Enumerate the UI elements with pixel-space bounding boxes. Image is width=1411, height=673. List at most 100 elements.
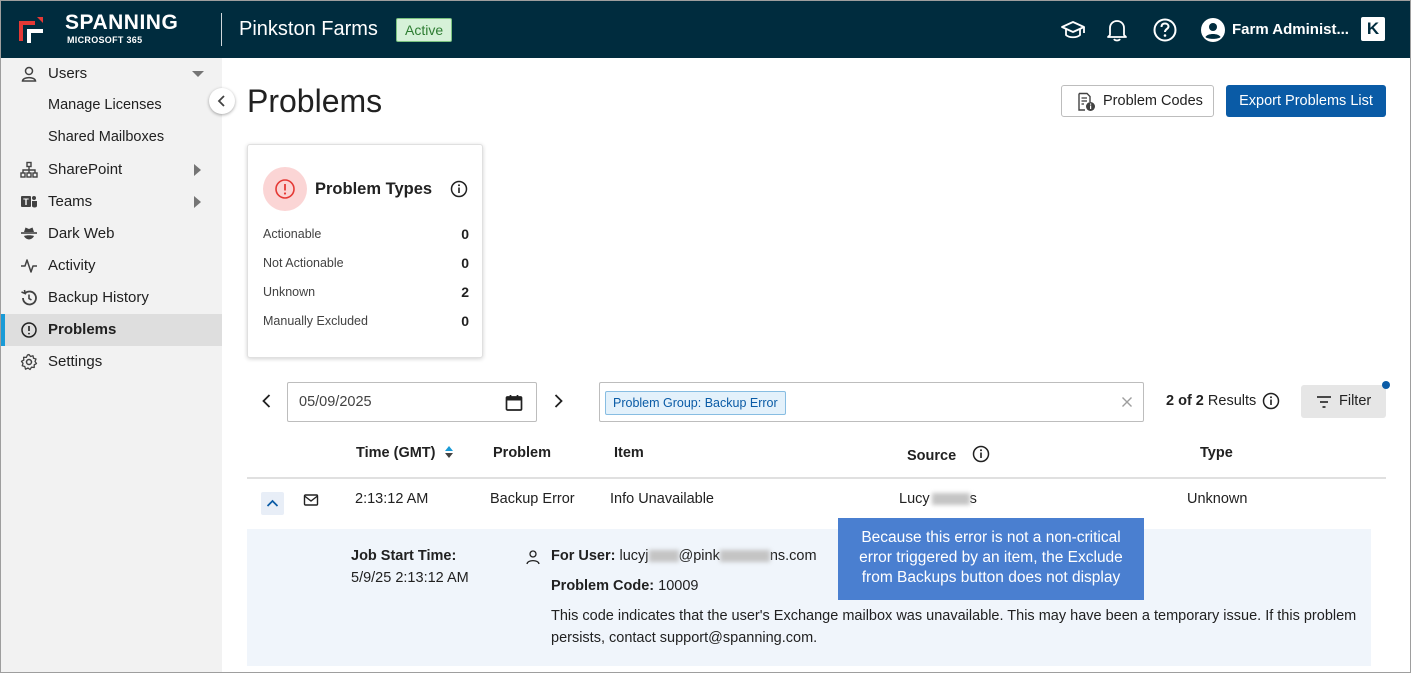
- problem-type-count: 0: [461, 255, 469, 271]
- spy-icon: [21, 227, 37, 240]
- mail-icon: [303, 494, 319, 506]
- user-avatar-icon[interactable]: [1200, 17, 1226, 43]
- column-header-type[interactable]: Type: [1200, 445, 1233, 461]
- problem-type-label: Unknown: [263, 285, 316, 299]
- calendar-icon[interactable]: [504, 393, 524, 413]
- problem-type-row: Actionable 0: [263, 226, 469, 242]
- collapse-sidebar-button[interactable]: [209, 88, 235, 114]
- column-header-label: Source: [907, 448, 957, 464]
- filter-input[interactable]: Problem Group: Backup Error: [599, 382, 1144, 422]
- column-header-source[interactable]: Source: [907, 445, 990, 464]
- previous-date-button[interactable]: [257, 391, 277, 411]
- problem-type-row: Not Actionable 0: [263, 255, 469, 271]
- sidebar: Users Manage Licenses Shared Mailboxes S…: [1, 58, 222, 672]
- callout-line-3: from Backups button does not display: [861, 569, 1121, 586]
- clear-filter-icon[interactable]: [1120, 395, 1134, 409]
- top-bar: SPANNING MICROSOFT 365 Pinkston Farms Ac…: [1, 1, 1410, 58]
- kaseya-logo[interactable]: K: [1361, 17, 1385, 41]
- source-name-end: s: [969, 491, 977, 507]
- problem-type-row: Unknown 2: [263, 284, 469, 300]
- date-picker-input[interactable]: 05/09/2025: [287, 382, 537, 422]
- alert-badge: [263, 167, 307, 211]
- problem-type-label: Not Actionable: [263, 256, 344, 270]
- problem-types-title: Problem Types: [315, 180, 433, 198]
- date-value: 05/09/2025: [299, 394, 372, 410]
- row-type: Unknown: [1187, 491, 1248, 507]
- export-problems-button[interactable]: Export Problems List: [1226, 85, 1386, 117]
- next-date-button[interactable]: [548, 391, 568, 411]
- problem-description-line2: persists, contact support@spanning.com.: [551, 630, 818, 646]
- problem-code-label: Problem Code:: [551, 578, 655, 594]
- sidebar-item-label: Problems: [48, 321, 117, 338]
- svg-text:T: T: [23, 197, 29, 207]
- sidebar-item-settings[interactable]: Settings: [1, 346, 222, 378]
- graduation-cap-icon[interactable]: [1060, 17, 1086, 43]
- row-time: 2:13:12 AM: [355, 491, 429, 507]
- email-mid: @pink: [678, 548, 720, 564]
- alert-circle-icon: [275, 179, 295, 199]
- row-source: Lucy s: [899, 491, 977, 507]
- problem-type-count: 0: [461, 226, 469, 242]
- history-icon: [21, 289, 37, 306]
- problem-description-line1: This code indicates that the user's Exch…: [551, 608, 1357, 624]
- problem-code-value: 10009: [658, 578, 699, 594]
- column-header-item[interactable]: Item: [614, 445, 644, 461]
- redacted-text: [931, 493, 970, 506]
- problem-types-card: Problem Types Actionable 0 Not Actionabl…: [247, 144, 483, 358]
- info-icon[interactable]: [1262, 392, 1280, 410]
- sidebar-item-label: Manage Licenses: [48, 97, 162, 113]
- sidebar-item-teams[interactable]: T Teams: [1, 186, 222, 218]
- sidebar-item-backup-history[interactable]: Backup History: [1, 282, 222, 314]
- row-item: Info Unavailable: [610, 491, 714, 507]
- results-number: 2 of 2: [1166, 393, 1204, 409]
- email-start: lucyj: [619, 548, 649, 564]
- sidebar-item-shared-mailboxes[interactable]: Shared Mailboxes: [1, 122, 222, 154]
- sidebar-item-manage-licenses[interactable]: Manage Licenses: [1, 90, 222, 122]
- sidebar-item-problems[interactable]: Problems: [1, 314, 222, 346]
- info-icon[interactable]: [450, 180, 468, 198]
- user-icon: [526, 550, 540, 565]
- sort-icon[interactable]: [444, 445, 454, 459]
- filter-button-label: Filter: [1339, 393, 1372, 409]
- sidebar-item-label: Settings: [48, 353, 103, 370]
- user-icon: [21, 66, 37, 82]
- brand-subtitle: MICROSOFT 365: [67, 35, 143, 45]
- collapse-row-button[interactable]: [261, 492, 284, 515]
- tenant-name[interactable]: Pinkston Farms: [239, 18, 378, 41]
- sidebar-item-users[interactable]: Users: [1, 58, 222, 90]
- column-header-problem[interactable]: Problem: [493, 445, 551, 461]
- sidebar-item-label: Dark Web: [48, 225, 115, 242]
- for-user-label: For User:: [551, 548, 616, 564]
- problem-type-row: Manually Excluded 0: [263, 313, 469, 329]
- status-badge: Active: [396, 18, 453, 42]
- app-window: SPANNING MICROSOFT 365 Pinkston Farms Ac…: [0, 0, 1411, 673]
- user-menu[interactable]: Farm Administ...: [1232, 21, 1349, 38]
- chevron-down-icon[interactable]: [192, 71, 204, 77]
- info-icon[interactable]: [972, 445, 990, 463]
- problem-codes-button[interactable]: Problem Codes: [1061, 85, 1214, 117]
- filter-chip[interactable]: Problem Group: Backup Error: [605, 391, 786, 415]
- redacted-text: [648, 550, 679, 563]
- job-start-value: 5/9/25 2:13:12 AM: [351, 570, 469, 586]
- sidebar-item-sharepoint[interactable]: SharePoint: [1, 154, 222, 186]
- problem-type-label: Manually Excluded: [263, 314, 368, 328]
- job-start-label: Job Start Time:: [351, 548, 457, 564]
- problem-code-line: Problem Code: 10009: [551, 578, 698, 594]
- results-label: Results: [1207, 393, 1257, 409]
- chevron-right-icon[interactable]: [194, 196, 201, 208]
- filter-button[interactable]: Filter: [1301, 385, 1386, 418]
- annotation-callout: Because this error is not a non-critical…: [838, 518, 1144, 600]
- problem-type-count: 2: [461, 284, 469, 300]
- help-icon[interactable]: [1152, 17, 1178, 43]
- sidebar-item-dark-web[interactable]: Dark Web: [1, 218, 222, 250]
- column-header-time[interactable]: Time (GMT): [356, 445, 454, 461]
- sidebar-item-activity[interactable]: Activity: [1, 250, 222, 282]
- chevron-right-icon[interactable]: [194, 164, 201, 176]
- redacted-text: [719, 550, 770, 563]
- sidebar-item-label: SharePoint: [48, 161, 123, 178]
- sidebar-item-label: Shared Mailboxes: [48, 129, 165, 145]
- bell-icon[interactable]: [1104, 17, 1130, 43]
- page-title: Problems: [247, 83, 383, 119]
- gear-icon: [20, 353, 38, 371]
- source-name-start: Lucy: [899, 491, 930, 507]
